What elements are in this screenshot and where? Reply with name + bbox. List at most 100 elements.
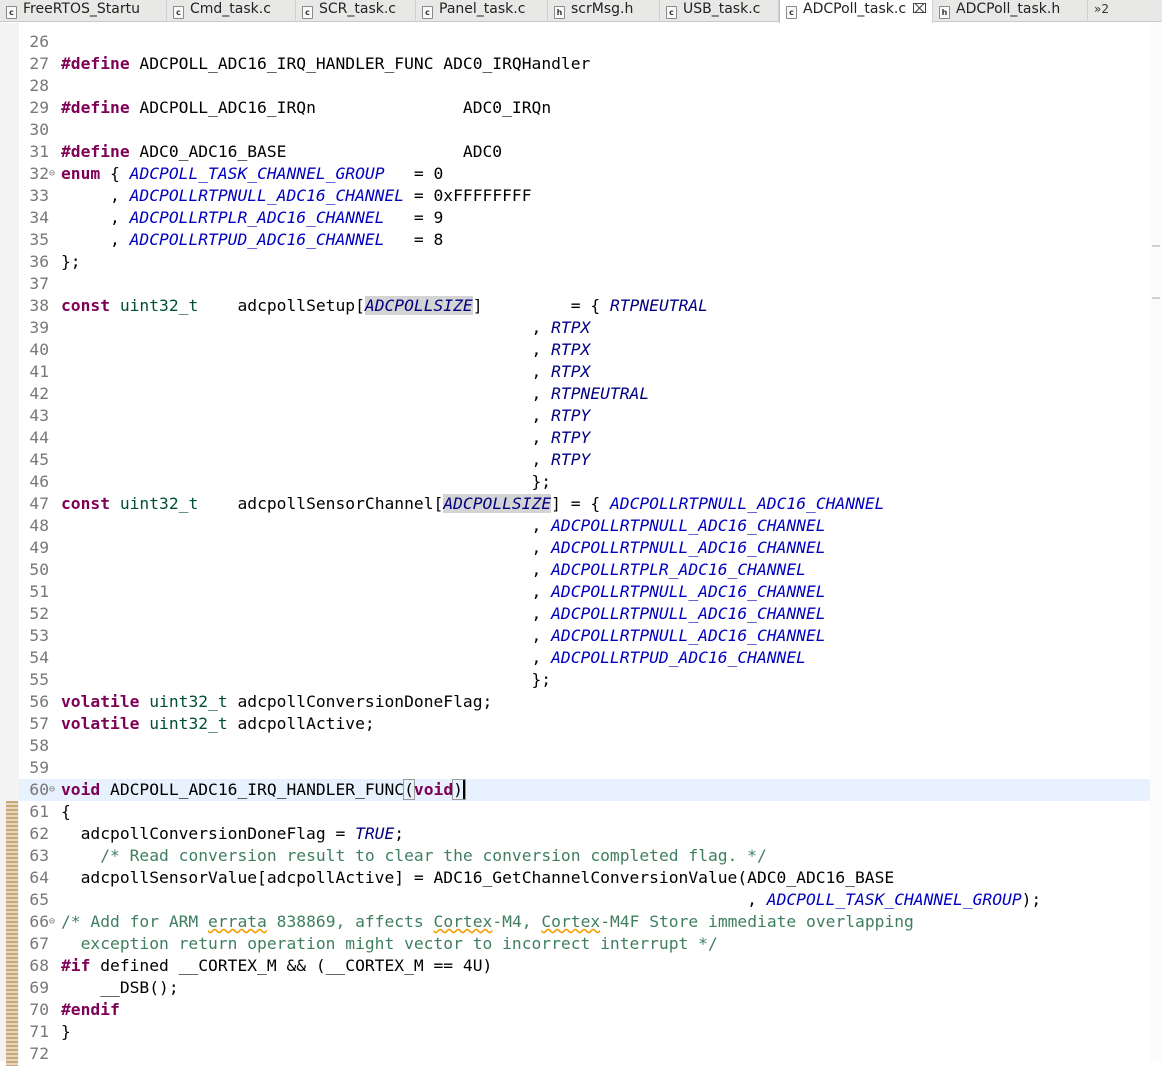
code-line[interactable]: 60 ⊖ void ADCPOLL_ADC16_IRQ_HANDLER_FUNC(v… <box>19 779 1150 801</box>
code-editor[interactable]: 26 27 #define ADCPOLL_ADC16_IRQ_HANDLER_FU… <box>19 23 1162 1061</box>
overview-marker[interactable] <box>1152 245 1160 247</box>
code-line[interactable]: 49 , ADCPOLLRTPNULL_ADC16_CHANNEL <box>19 537 1150 559</box>
line-number: 28 <box>29 76 49 95</box>
code-line[interactable]: 27 #define ADCPOLL_ADC16_IRQ_HANDLER_FUNC… <box>19 53 1150 75</box>
close-tab-icon[interactable]: ⌧ <box>912 2 927 17</box>
code-line[interactable]: 34 , ADCPOLLRTPLR_ADC16_CHANNEL = 9 <box>19 207 1150 229</box>
code-text: volatile uint32_t adcpollActive; <box>61 713 375 735</box>
code-line[interactable]: 47 const uint32_t adcpollSensorChannel[AD… <box>19 493 1150 515</box>
code-text: , ADCPOLLRTPNULL_ADC16_CHANNEL <box>61 515 826 537</box>
editor-tab[interactable]: h ADCPoll_task.h <box>933 0 1088 22</box>
code-line[interactable]: 42 , RTPNEUTRAL <box>19 383 1150 405</box>
code-token: enum <box>61 164 101 183</box>
line-number: 52 <box>29 604 49 623</box>
code-line[interactable]: 33 , ADCPOLLRTPNULL_ADC16_CHANNEL = 0xFF… <box>19 185 1150 207</box>
code-line[interactable]: 57 volatile uint32_t adcpollActive; <box>19 713 1150 735</box>
code-text: adcpollConversionDoneFlag = TRUE; <box>61 823 405 845</box>
code-token: exception return operation might vector … <box>61 934 718 953</box>
editor-tab[interactable]: c FreeRTOS_Startu <box>0 0 167 22</box>
code-line[interactable]: 54 , ADCPOLLRTPUD_ADC16_CHANNEL <box>19 647 1150 669</box>
code-token: adcpollSensorValue[adcpollActive] = ADC1… <box>61 868 895 887</box>
fold-toggle-icon[interactable]: ⊖ <box>49 779 55 801</box>
code-line[interactable]: 56 volatile uint32_t adcpollConversionDon… <box>19 691 1150 713</box>
code-line[interactable]: 28 <box>19 75 1150 97</box>
code-token: uint32_t <box>149 714 228 733</box>
code-line[interactable]: 66 ⊖ /* Add for ARM errata 838869, affects… <box>19 911 1150 933</box>
code-token: RTPX <box>551 362 591 381</box>
code-line[interactable]: 39 , RTPX <box>19 317 1150 339</box>
code-line[interactable]: 67 exception return operation might vect… <box>19 933 1150 955</box>
editor-tab[interactable]: h scrMsg.h <box>548 0 660 22</box>
code-line[interactable]: 52 , ADCPOLLRTPNULL_ADC16_CHANNEL <box>19 603 1150 625</box>
code-text: #endif <box>61 999 120 1021</box>
code-line[interactable]: 38 const uint32_t adcpollSetup[ADCPOLLSIZ… <box>19 295 1150 317</box>
line-number: 43 <box>29 406 49 425</box>
code-line[interactable]: 35 , ADCPOLLRTPUD_ADC16_CHANNEL = 8 <box>19 229 1150 251</box>
code-line[interactable]: 37 <box>19 273 1150 295</box>
line-number: 56 <box>29 692 49 711</box>
code-line[interactable]: 61 { <box>19 801 1150 823</box>
code-token: ADCPOLLRTPNULL_ADC16_CHANNEL <box>551 516 826 535</box>
code-line[interactable]: 65 , ADCPOLL_TASK_CHANNEL_GROUP); <box>19 889 1150 911</box>
code-line[interactable]: 62 adcpollConversionDoneFlag = TRUE; <box>19 823 1150 845</box>
code-line[interactable]: 32 ⊖ enum { ADCPOLL_TASK_CHANNEL_GROUP = 0 <box>19 163 1150 185</box>
overview-marker[interactable] <box>1152 297 1160 299</box>
code-line[interactable]: 72 <box>19 1043 1150 1061</box>
code-line[interactable]: 71} <box>19 1021 1150 1043</box>
editor-tab[interactable]: c Panel_task.c <box>416 0 548 22</box>
editor-tab[interactable]: c Cmd_task.c <box>167 0 296 22</box>
code-token: }; <box>61 670 552 689</box>
code-line[interactable]: 70 #endif <box>19 999 1150 1021</box>
code-text: /* Add for ARM errata 838869, affects Co… <box>61 911 914 933</box>
code-line[interactable]: 46 }; <box>19 471 1150 493</box>
editor-tab[interactable]: c USB_task.c <box>660 0 779 22</box>
code-text: enum { ADCPOLL_TASK_CHANNEL_GROUP = 0 <box>61 163 443 185</box>
code-line[interactable]: 40 , RTPX <box>19 339 1150 361</box>
code-line[interactable]: 68 #if defined __CORTEX_M && (__CORTEX_M … <box>19 955 1150 977</box>
code-line[interactable]: 44 , RTPY <box>19 427 1150 449</box>
code-token: ( <box>403 779 415 800</box>
code-line[interactable]: 31 #define ADC0_ADC16_BASE ADC0 <box>19 141 1150 163</box>
code-token: /* Add for ARM <box>61 912 209 931</box>
code-line[interactable]: 48 , ADCPOLLRTPNULL_ADC16_CHANNEL <box>19 515 1150 537</box>
code-line[interactable]: 58 <box>19 735 1150 757</box>
overview-ruler[interactable] <box>1150 23 1162 1061</box>
code-line[interactable]: 53 , ADCPOLLRTPNULL_ADC16_CHANNEL <box>19 625 1150 647</box>
code-line[interactable]: 41 , RTPX <box>19 361 1150 383</box>
code-line[interactable]: 50 , ADCPOLLRTPLR_ADC16_CHANNEL <box>19 559 1150 581</box>
code-line[interactable]: 55 }; <box>19 669 1150 691</box>
code-line[interactable]: 64 adcpollSensorValue[adcpollActive] = A… <box>19 867 1150 889</box>
code-token: Cortex <box>433 912 493 931</box>
code-line[interactable]: 51 , ADCPOLLRTPNULL_ADC16_CHANNEL <box>19 581 1150 603</box>
code-text: #define ADCPOLL_ADC16_IRQn ADC0_IRQn <box>61 97 551 119</box>
code-token: = 8 <box>384 230 444 249</box>
code-token: RTPX <box>551 318 591 337</box>
code-text: , ADCPOLLRTPUD_ADC16_CHANNEL <box>61 647 806 669</box>
code-line[interactable]: 69 __DSB(); <box>19 977 1150 999</box>
line-number: 48 <box>29 516 49 535</box>
tab-overflow-button[interactable]: »2 <box>1094 0 1109 22</box>
fold-toggle-icon[interactable]: ⊖ <box>49 911 55 933</box>
editor-tab[interactable]: c ADCPoll_task.c ⌧ <box>779 0 933 23</box>
line-number: 70 <box>29 1000 49 1019</box>
code-line[interactable]: 36}; <box>19 251 1150 273</box>
code-line[interactable]: 29 #define ADCPOLL_ADC16_IRQn ADC0_IRQn <box>19 97 1150 119</box>
code-line[interactable]: 59 <box>19 757 1150 779</box>
code-line[interactable]: 45 , RTPY <box>19 449 1150 471</box>
code-text: /* Read conversion result to clear the c… <box>61 845 767 867</box>
line-number: 62 <box>29 824 49 843</box>
code-line[interactable]: 63 /* Read conversion result to clear th… <box>19 845 1150 867</box>
code-text: , ADCPOLLRTPUD_ADC16_CHANNEL = 8 <box>61 229 443 251</box>
line-number: 42 <box>29 384 49 403</box>
code-token: errata <box>208 912 267 931</box>
code-line[interactable]: 43 , RTPY <box>19 405 1150 427</box>
code-token: }; <box>61 472 552 491</box>
line-number: 33 <box>29 186 49 205</box>
fold-toggle-icon[interactable]: ⊖ <box>49 163 55 185</box>
editor-tab[interactable]: c SCR_task.c <box>296 0 416 22</box>
code-line[interactable]: 30 <box>19 119 1150 141</box>
code-line[interactable]: 26 <box>19 31 1150 53</box>
